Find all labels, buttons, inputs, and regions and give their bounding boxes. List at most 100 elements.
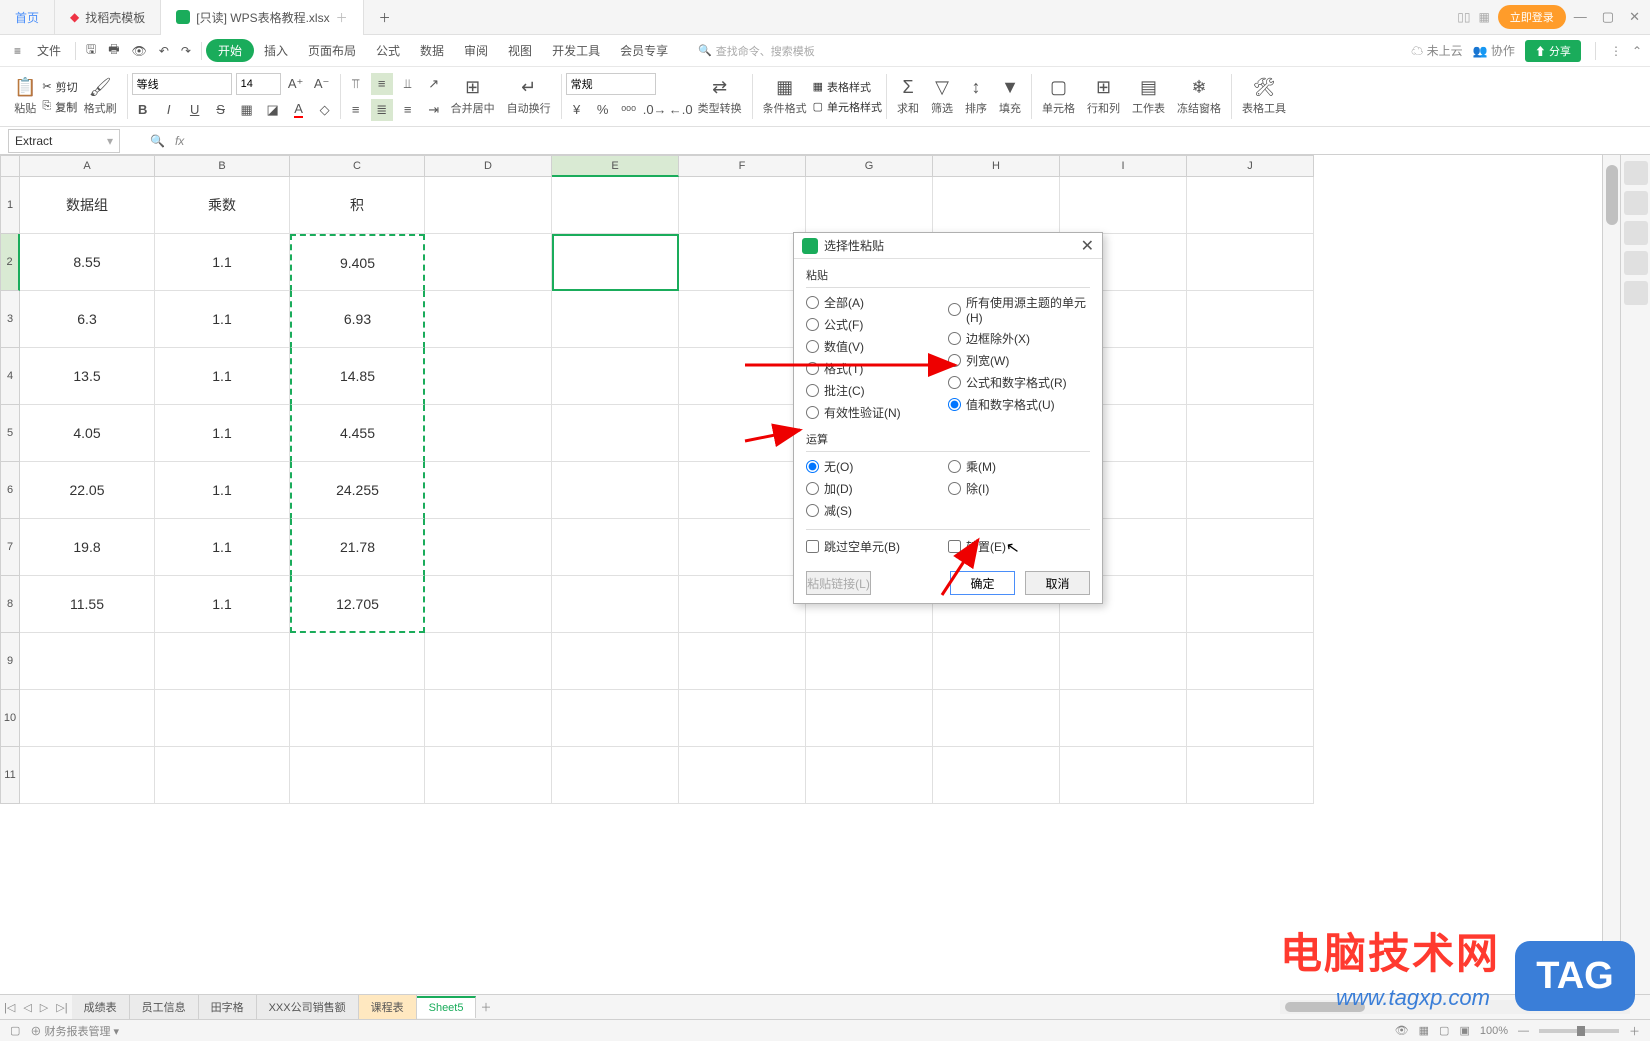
- number-format-select[interactable]: [566, 73, 656, 95]
- side-icon-5[interactable]: [1624, 281, 1648, 305]
- ribbon-sheet[interactable]: ▤工作表: [1126, 77, 1171, 116]
- menu-insert[interactable]: 插入: [254, 42, 298, 59]
- cell-C7[interactable]: 21.78: [290, 519, 425, 576]
- ribbon-table-style[interactable]: ▦表格样式: [813, 79, 882, 95]
- row-header-7[interactable]: 7: [0, 519, 20, 576]
- cell-B9[interactable]: [155, 633, 290, 690]
- cell-F10[interactable]: [679, 690, 806, 747]
- orientation-icon[interactable]: ↗: [423, 73, 445, 95]
- cell-D6[interactable]: [425, 462, 552, 519]
- login-button[interactable]: 立即登录: [1498, 5, 1566, 29]
- radio-fnf[interactable]: 公式和数字格式(R): [948, 374, 1090, 391]
- col-header-H[interactable]: H: [933, 155, 1060, 177]
- cancel-button[interactable]: 取消: [1025, 571, 1090, 595]
- ribbon-tools[interactable]: 🛠表格工具: [1236, 77, 1292, 116]
- sheet-tab-6[interactable]: Sheet5: [417, 996, 477, 1018]
- cell-A4[interactable]: 13.5: [20, 348, 155, 405]
- cell-A7[interactable]: 19.8: [20, 519, 155, 576]
- cell-E1[interactable]: [552, 177, 679, 234]
- menu-formula[interactable]: 公式: [366, 42, 410, 59]
- sheet-tab-2[interactable]: 员工信息: [130, 995, 199, 1019]
- radio-calc-add[interactable]: 加(D): [806, 480, 948, 497]
- row-header-10[interactable]: 10: [0, 690, 20, 747]
- ribbon-rowcol[interactable]: ⊞行和列: [1081, 77, 1126, 116]
- ribbon-format-painter[interactable]: 🖌 格式刷: [78, 77, 123, 116]
- cell-C1[interactable]: 积: [290, 177, 425, 234]
- select-all-corner[interactable]: [0, 155, 20, 177]
- cell-E10[interactable]: [552, 690, 679, 747]
- menu-review[interactable]: 审阅: [454, 42, 498, 59]
- cell-D8[interactable]: [425, 576, 552, 633]
- sheet-nav-prev[interactable]: ◁: [19, 1001, 35, 1014]
- align-center-icon[interactable]: ≣: [371, 99, 393, 121]
- cell-J3[interactable]: [1187, 291, 1314, 348]
- cell-E6[interactable]: [552, 462, 679, 519]
- align-middle-icon[interactable]: ≡: [371, 73, 393, 95]
- col-header-F[interactable]: F: [679, 155, 806, 177]
- zoom-in-icon[interactable]: ＋: [1629, 1023, 1640, 1039]
- cell-B8[interactable]: 1.1: [155, 576, 290, 633]
- sheet-nav-last[interactable]: ▷|: [52, 1001, 71, 1014]
- qat-redo-icon[interactable]: ↷: [175, 40, 197, 62]
- qat-preview-icon[interactable]: 👁: [126, 40, 153, 62]
- cell-J2[interactable]: [1187, 234, 1314, 291]
- ribbon-paste[interactable]: 📋 粘贴: [8, 77, 42, 116]
- decrease-font-icon[interactable]: A⁻: [311, 73, 333, 95]
- search-area[interactable]: 🔍 查找命令、搜索模板: [698, 43, 815, 59]
- cell-F9[interactable]: [679, 633, 806, 690]
- qat-undo-icon[interactable]: ↶: [153, 40, 175, 62]
- cell-J5[interactable]: [1187, 405, 1314, 462]
- ribbon-type[interactable]: ⇄ 类型转换: [692, 77, 748, 116]
- cell-C9[interactable]: [290, 633, 425, 690]
- cloud-status[interactable]: ☁ 未上云: [1411, 42, 1462, 59]
- layout-icon[interactable]: ▯▯: [1457, 10, 1470, 24]
- row-header-3[interactable]: 3: [0, 291, 20, 348]
- cell-A3[interactable]: 6.3: [20, 291, 155, 348]
- view-mode2-icon[interactable]: ▢: [1439, 1024, 1449, 1037]
- cell-F11[interactable]: [679, 747, 806, 804]
- ribbon-freeze[interactable]: ❄冻结窗格: [1171, 77, 1227, 116]
- sheet-tab-3[interactable]: 田字格: [199, 995, 257, 1019]
- coop-button[interactable]: 👥 协作: [1473, 42, 1515, 59]
- cell-I9[interactable]: [1060, 633, 1187, 690]
- cell-B3[interactable]: 1.1: [155, 291, 290, 348]
- dec-decimal-icon[interactable]: ←.0: [670, 99, 692, 121]
- cell-I1[interactable]: [1060, 177, 1187, 234]
- cell-I11[interactable]: [1060, 747, 1187, 804]
- cell-D2[interactable]: [425, 234, 552, 291]
- cell-J11[interactable]: [1187, 747, 1314, 804]
- strike-icon[interactable]: S: [210, 99, 232, 121]
- tab-home[interactable]: 首页: [0, 0, 55, 35]
- close-icon[interactable]: ✕: [1629, 9, 1640, 25]
- menu-data[interactable]: 数据: [410, 42, 454, 59]
- cell-C10[interactable]: [290, 690, 425, 747]
- formula-cancel-icon[interactable]: 🔍: [150, 134, 165, 148]
- cell-D11[interactable]: [425, 747, 552, 804]
- ribbon-sort[interactable]: ↕排序: [959, 77, 993, 116]
- align-top-icon[interactable]: ⫪: [345, 73, 367, 95]
- col-header-C[interactable]: C: [290, 155, 425, 177]
- tab-templates[interactable]: ◆找稻壳模板: [55, 0, 161, 35]
- col-header-I[interactable]: I: [1060, 155, 1187, 177]
- font-size-select[interactable]: [236, 73, 281, 95]
- view-mode1-icon[interactable]: ▦: [1419, 1024, 1429, 1037]
- cell-G1[interactable]: [806, 177, 933, 234]
- fx-icon[interactable]: fx: [175, 134, 184, 148]
- increase-font-icon[interactable]: A⁺: [285, 73, 307, 95]
- menu-vip[interactable]: 会员专享: [610, 42, 678, 59]
- ribbon-cut[interactable]: ✂剪切: [42, 79, 77, 95]
- cell-H9[interactable]: [933, 633, 1060, 690]
- radio-batch[interactable]: 批注(C): [806, 382, 948, 399]
- view-normal-icon[interactable]: 👁: [1395, 1024, 1409, 1037]
- menu-view[interactable]: 视图: [498, 42, 542, 59]
- cell-J4[interactable]: [1187, 348, 1314, 405]
- radio-noborder[interactable]: 边框除外(X): [948, 330, 1090, 347]
- radio-colwidth[interactable]: 列宽(W): [948, 352, 1090, 369]
- tab-file[interactable]: [只读] WPS表格教程.xlsx ＋: [161, 0, 363, 35]
- cell-J6[interactable]: [1187, 462, 1314, 519]
- ribbon-filter[interactable]: ▽筛选: [925, 77, 959, 116]
- column-headers[interactable]: ABCDEFGHIJ: [20, 155, 1314, 177]
- cell-E11[interactable]: [552, 747, 679, 804]
- cell-J7[interactable]: [1187, 519, 1314, 576]
- cell-B5[interactable]: 1.1: [155, 405, 290, 462]
